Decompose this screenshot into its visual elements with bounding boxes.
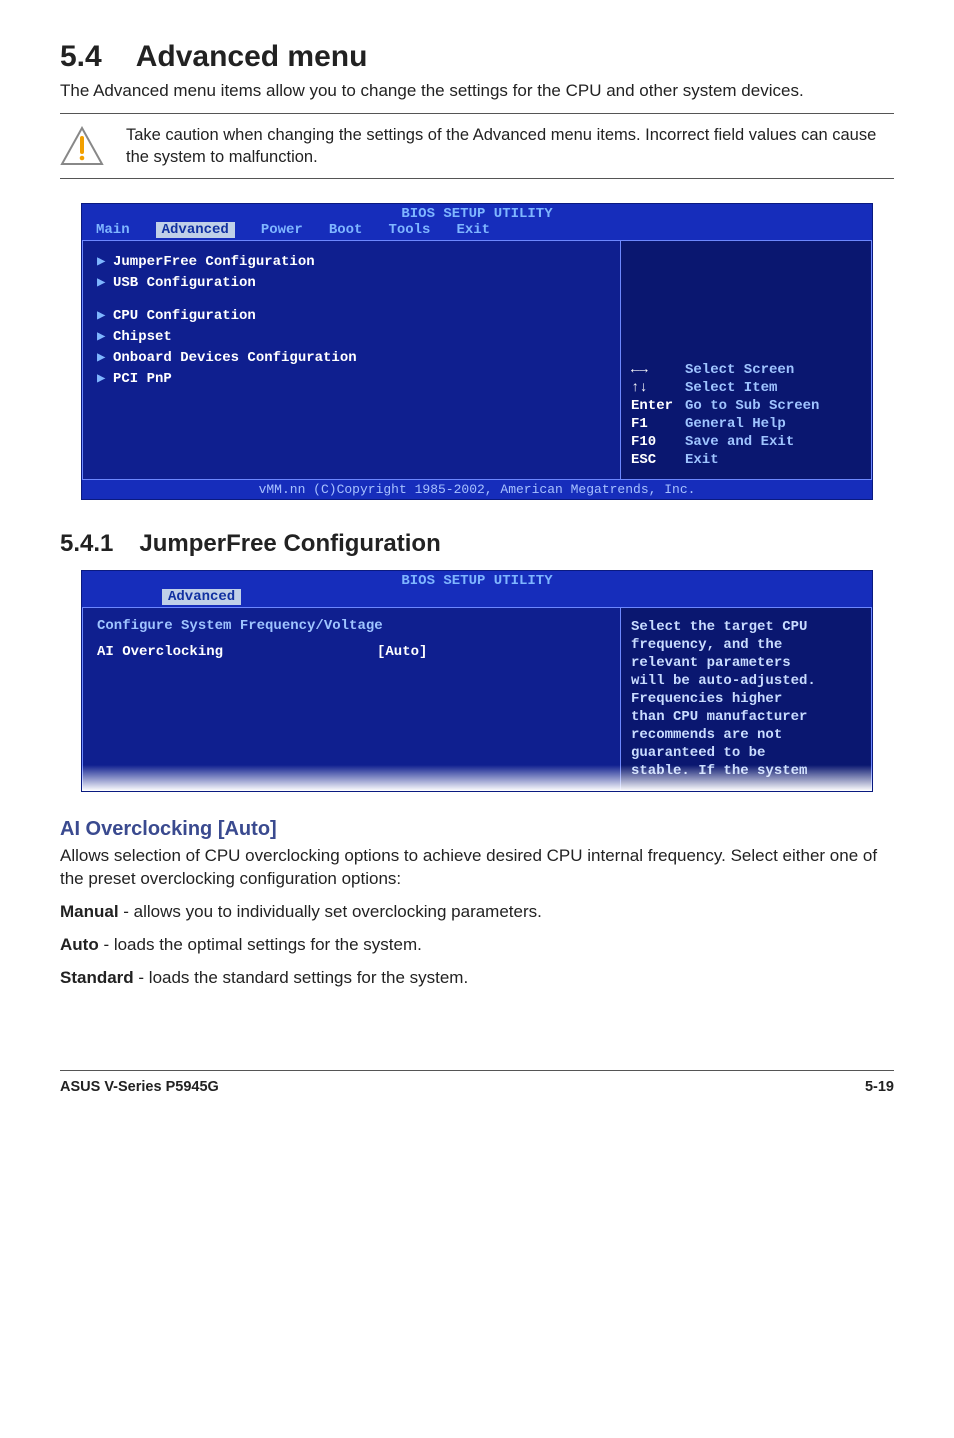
subsection-heading: 5.4.1 JumperFree Configuration [60, 530, 894, 558]
key-label: ←→ [631, 362, 685, 378]
subsection-number: 5.4.1 [60, 530, 113, 557]
key-label: ↑↓ [631, 380, 685, 396]
bios-config-panel: Configure System Frequency/Voltage AI Ov… [82, 607, 620, 791]
menu-item: PCI PnP [113, 371, 172, 387]
config-section-header: Configure System Frequency/Voltage [97, 618, 606, 644]
option-text-standard: - loads the standard settings for the sy… [134, 968, 469, 987]
help-text: relevant parameters [631, 654, 861, 672]
option-text-auto: - loads the optimal settings for the sys… [99, 935, 422, 954]
key-action: Go to Sub Screen [685, 398, 819, 414]
option-manual: Manual - allows you to individually set … [60, 901, 894, 924]
key-action: General Help [685, 416, 786, 432]
caution-notice: Take caution when changing the settings … [60, 113, 894, 180]
option-heading: AI Overclocking [Auto] [60, 818, 894, 841]
bios-title: BIOS SETUP UTILITY [82, 204, 872, 222]
option-label-standard: Standard [60, 968, 134, 987]
help-text: guaranteed to be [631, 744, 861, 762]
menu-item: CPU Configuration [113, 308, 256, 324]
option-description: Allows selection of CPU overclocking opt… [60, 845, 894, 891]
bios-copyright: vMM.nn (C)Copyright 1985-2002, American … [82, 480, 872, 499]
submenu-arrow-icon: ▶ [97, 253, 113, 270]
menu-item: JumperFree Configuration [113, 254, 315, 270]
bios-help-panel: ←→Select Screen ↑↓Select Item EnterGo to… [620, 240, 872, 480]
config-label: AI Overclocking [97, 644, 377, 660]
key-label: F10 [631, 434, 685, 450]
key-label: Enter [631, 398, 685, 414]
option-label-auto: Auto [60, 935, 99, 954]
menu-item: Chipset [113, 329, 172, 345]
subsection-title: JumperFree Configuration [139, 530, 440, 557]
config-row: AI Overclocking [Auto] [97, 644, 606, 660]
key-action: Exit [685, 452, 719, 468]
bios-menu-panel: ▶JumperFree Configuration ▶USB Configura… [82, 240, 620, 480]
menu-item: Onboard Devices Configuration [113, 350, 357, 366]
bios-tab-advanced: Advanced [162, 589, 241, 605]
key-action: Select Item [685, 380, 777, 396]
submenu-arrow-icon: ▶ [97, 349, 113, 366]
menu-item: USB Configuration [113, 275, 256, 291]
bios-tab-bar: Main Advanced Power Boot Tools Exit [82, 222, 872, 240]
key-label: F1 [631, 416, 685, 432]
help-text: recommends are not [631, 726, 861, 744]
option-auto: Auto - loads the optimal settings for th… [60, 934, 894, 957]
bios-tab-tools: Tools [388, 222, 430, 238]
caution-text: Take caution when changing the settings … [126, 124, 894, 169]
key-action: Save and Exit [685, 434, 794, 450]
bios-help-panel: Select the target CPU frequency, and the… [620, 607, 872, 791]
submenu-arrow-icon: ▶ [97, 328, 113, 345]
section-title-text: Advanced menu [136, 40, 368, 73]
help-text: frequency, and the [631, 636, 861, 654]
caution-icon [60, 126, 104, 166]
option-text-manual: - allows you to individually set overclo… [119, 902, 542, 921]
bios-tab-advanced: Advanced [156, 222, 235, 238]
key-action: Select Screen [685, 362, 794, 378]
bios-screenshot-jumperfree: BIOS SETUP UTILITY Advanced Configure Sy… [81, 570, 873, 792]
key-label: ESC [631, 452, 685, 468]
submenu-arrow-icon: ▶ [97, 274, 113, 291]
help-text: Select the target CPU [631, 618, 861, 636]
section-number: 5.4 [60, 40, 102, 73]
option-standard: Standard - loads the standard settings f… [60, 967, 894, 990]
bios-tab-boot: Boot [329, 222, 363, 238]
bios-tab-power: Power [261, 222, 303, 238]
help-text: than CPU manufacturer [631, 708, 861, 726]
help-text: stable. If the system [631, 762, 861, 780]
submenu-arrow-icon: ▶ [97, 370, 113, 387]
help-text: Frequencies higher [631, 690, 861, 708]
config-value: [Auto] [377, 644, 427, 660]
bios-tab-main: Main [96, 222, 130, 238]
section-intro: The Advanced menu items allow you to cha… [60, 80, 894, 103]
bios-tab-exit: Exit [456, 222, 490, 238]
footer-product: ASUS V-Series P5945G [60, 1079, 219, 1095]
submenu-arrow-icon: ▶ [97, 307, 113, 324]
bios-screenshot-advanced-menu: BIOS SETUP UTILITY Main Advanced Power B… [81, 203, 873, 500]
help-text: will be auto-adjusted. [631, 672, 861, 690]
bios-title: BIOS SETUP UTILITY [82, 571, 872, 589]
page-footer: ASUS V-Series P5945G 5-19 [60, 1070, 894, 1095]
footer-page-number: 5-19 [865, 1079, 894, 1095]
section-heading: 5.4 Advanced menu [60, 40, 894, 74]
option-label-manual: Manual [60, 902, 119, 921]
